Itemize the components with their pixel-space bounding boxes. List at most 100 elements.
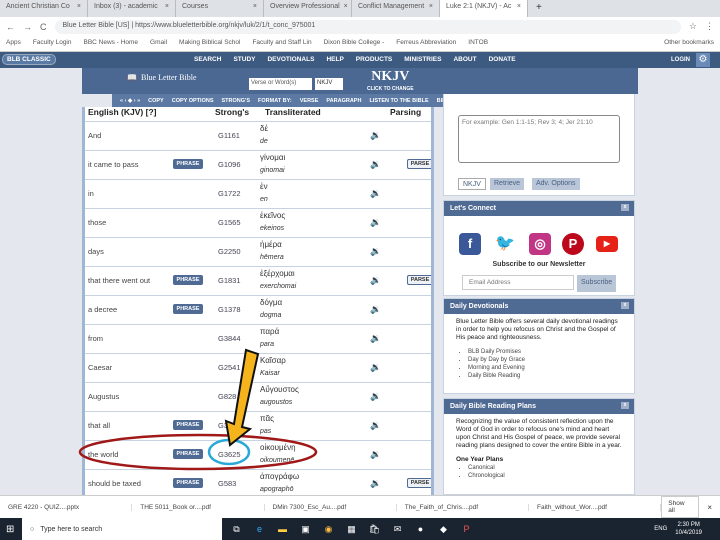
store-icon[interactable]: 🛍 bbox=[366, 518, 383, 540]
audio-icon[interactable]: 🔉 bbox=[370, 246, 381, 257]
phrase-button[interactable]: PHRASE bbox=[173, 275, 203, 285]
strongs-toggle[interactable]: STRONG'S bbox=[222, 98, 251, 104]
download-item[interactable]: GRE 4220 - QUIZ....pptx bbox=[0, 503, 133, 511]
devotional-link[interactable]: Day by Day by Grace bbox=[468, 356, 622, 364]
audio-icon[interactable]: 🔉 bbox=[370, 275, 381, 286]
strongs-link[interactable]: G1096 bbox=[218, 160, 241, 169]
browser-tab[interactable]: Ancient Christian Co × bbox=[0, 0, 88, 17]
close-icon[interactable]: × bbox=[165, 3, 169, 14]
browser-tab[interactable]: Conflict Management × bbox=[352, 0, 440, 17]
audio-icon[interactable]: 🔉 bbox=[370, 333, 381, 344]
english-word[interactable]: the world bbox=[88, 450, 118, 459]
listen-button[interactable]: LISTEN TO THE BIBLE bbox=[369, 98, 428, 104]
english-word[interactable]: And bbox=[88, 131, 101, 140]
powerpoint-icon[interactable]: P bbox=[458, 518, 475, 540]
copy-button[interactable]: COPY bbox=[148, 98, 164, 104]
audio-icon[interactable]: 🔉 bbox=[370, 217, 381, 228]
gear-icon[interactable]: ⚙ bbox=[696, 53, 710, 67]
parse-button[interactable]: PARSE bbox=[407, 275, 431, 285]
email-input[interactable]: Email Address bbox=[462, 275, 574, 290]
plan-link[interactable]: Chronological bbox=[468, 472, 622, 480]
login-link[interactable]: LOGIN bbox=[671, 57, 690, 63]
strongs-link[interactable]: G1722 bbox=[218, 189, 241, 198]
close-icon[interactable]: × bbox=[253, 3, 257, 14]
browser-tab[interactable]: Courses × bbox=[176, 0, 264, 17]
audio-icon[interactable]: 🔉 bbox=[370, 159, 381, 170]
strongs-link[interactable]: G583 bbox=[218, 479, 236, 488]
english-word[interactable]: Caesar bbox=[88, 363, 112, 372]
devotional-link[interactable]: Morning and Evening bbox=[468, 364, 622, 372]
phrase-button[interactable]: PHRASE bbox=[173, 420, 203, 430]
audio-icon[interactable]: 🔉 bbox=[370, 478, 381, 489]
show-all-button[interactable]: Show all bbox=[661, 496, 700, 518]
english-word[interactable]: from bbox=[88, 334, 103, 343]
strongs-link[interactable]: G1378 bbox=[218, 305, 241, 314]
verse-lookup-input[interactable]: For example: Gen 1:1-15; Rev 3; 4; Jer 2… bbox=[458, 115, 620, 163]
edge-icon[interactable]: e bbox=[251, 518, 268, 540]
phrase-button[interactable]: PHRASE bbox=[173, 304, 203, 314]
english-word[interactable]: should be taxed bbox=[88, 479, 141, 488]
bookmark[interactable]: BBC News - Home bbox=[84, 39, 139, 48]
subscribe-button[interactable]: Subscribe bbox=[577, 275, 617, 292]
audio-icon[interactable]: 🔉 bbox=[370, 420, 381, 431]
bookmark[interactable]: Faculty and Staff Lin bbox=[252, 39, 311, 48]
paragraph-format[interactable]: PARAGRAPH bbox=[326, 98, 361, 104]
verse-nav-arrows[interactable]: « ‹ ◆ › » bbox=[120, 98, 140, 104]
bookmark[interactable]: Ferreus Abbreviation bbox=[396, 39, 456, 48]
url-input[interactable]: Blue Letter Bible [US] | https://www.blu… bbox=[54, 19, 681, 34]
language-indicator[interactable]: ENG bbox=[654, 526, 667, 532]
back-icon[interactable]: ← bbox=[6, 22, 15, 32]
download-item[interactable]: DMin 7300_Esc_Au....pdf bbox=[265, 503, 397, 511]
close-icon[interactable]: x bbox=[621, 402, 629, 409]
nav-donate[interactable]: DONATE bbox=[483, 52, 522, 68]
english-word[interactable]: it came to pass bbox=[88, 160, 138, 169]
parse-button[interactable]: PARSE bbox=[407, 159, 431, 169]
close-icon[interactable]: × bbox=[699, 503, 720, 512]
task-view-icon[interactable]: ⧉ bbox=[228, 518, 245, 540]
bookmark[interactable]: Gmail bbox=[150, 39, 167, 48]
bookmark[interactable]: Faculty Login bbox=[33, 39, 72, 48]
blb-classic-button[interactable]: BLB CLASSIC bbox=[2, 54, 56, 65]
bookmark[interactable]: Other bookmarks bbox=[664, 39, 714, 48]
copy-options-button[interactable]: COPY OPTIONS bbox=[172, 98, 214, 104]
windows-start-icon[interactable]: ⊞ bbox=[6, 524, 14, 535]
download-item[interactable]: Faith_without_Wor....pdf bbox=[529, 503, 662, 511]
bookmark[interactable]: Dixon Bible College - bbox=[324, 39, 385, 48]
nav-ministries[interactable]: MINISTRIES bbox=[398, 52, 447, 68]
close-icon[interactable]: x bbox=[621, 302, 629, 309]
close-icon[interactable]: x bbox=[621, 204, 629, 211]
browser-tab-active[interactable]: Luke 2:1 (NKJV) - Ac × bbox=[440, 0, 528, 17]
forward-icon[interactable]: → bbox=[23, 22, 32, 32]
nav-devotionals[interactable]: DEVOTIONALS bbox=[261, 52, 320, 68]
menu-icon[interactable]: ⋮ bbox=[705, 21, 714, 32]
english-word[interactable]: that all bbox=[88, 421, 110, 430]
verse-format[interactable]: VERSE bbox=[300, 98, 319, 104]
audio-icon[interactable]: 🔉 bbox=[370, 304, 381, 315]
nav-study[interactable]: STUDY bbox=[227, 52, 261, 68]
close-icon[interactable]: × bbox=[344, 3, 348, 14]
pinterest-icon[interactable]: P bbox=[562, 233, 584, 255]
app-icon[interactable]: ◆ bbox=[435, 518, 452, 540]
nav-about[interactable]: ABOUT bbox=[447, 52, 482, 68]
phrase-button[interactable]: PHRASE bbox=[173, 159, 203, 169]
nav-products[interactable]: PRODUCTS bbox=[350, 52, 398, 68]
bookmark[interactable]: Apps bbox=[6, 39, 21, 48]
english-word[interactable]: days bbox=[88, 247, 104, 256]
phrase-button[interactable]: PHRASE bbox=[173, 449, 203, 459]
plan-link[interactable]: Canonical bbox=[468, 464, 622, 472]
audio-icon[interactable]: 🔉 bbox=[370, 391, 381, 402]
youtube-icon[interactable]: ▶ bbox=[596, 236, 618, 252]
english-word[interactable]: a decree bbox=[88, 305, 117, 314]
retrieve-button[interactable]: Retrieve bbox=[490, 178, 525, 190]
search-input[interactable]: Verse or Word(s) bbox=[249, 78, 312, 90]
strongs-link[interactable]: G828 bbox=[218, 392, 236, 401]
instagram-icon[interactable]: ◎ bbox=[529, 233, 551, 255]
download-item[interactable]: The_Faith_of_Chris....pdf bbox=[397, 503, 529, 511]
new-tab-icon[interactable]: + bbox=[528, 0, 550, 17]
devotional-link[interactable]: BLB Daily Promises bbox=[468, 348, 622, 356]
strongs-link[interactable]: G2541 bbox=[218, 363, 241, 372]
nav-search[interactable]: SEARCH bbox=[188, 52, 227, 68]
strongs-link[interactable]: G3956 bbox=[218, 421, 241, 430]
chrome-icon[interactable]: ◉ bbox=[320, 518, 337, 540]
audio-icon[interactable]: 🔉 bbox=[370, 188, 381, 199]
